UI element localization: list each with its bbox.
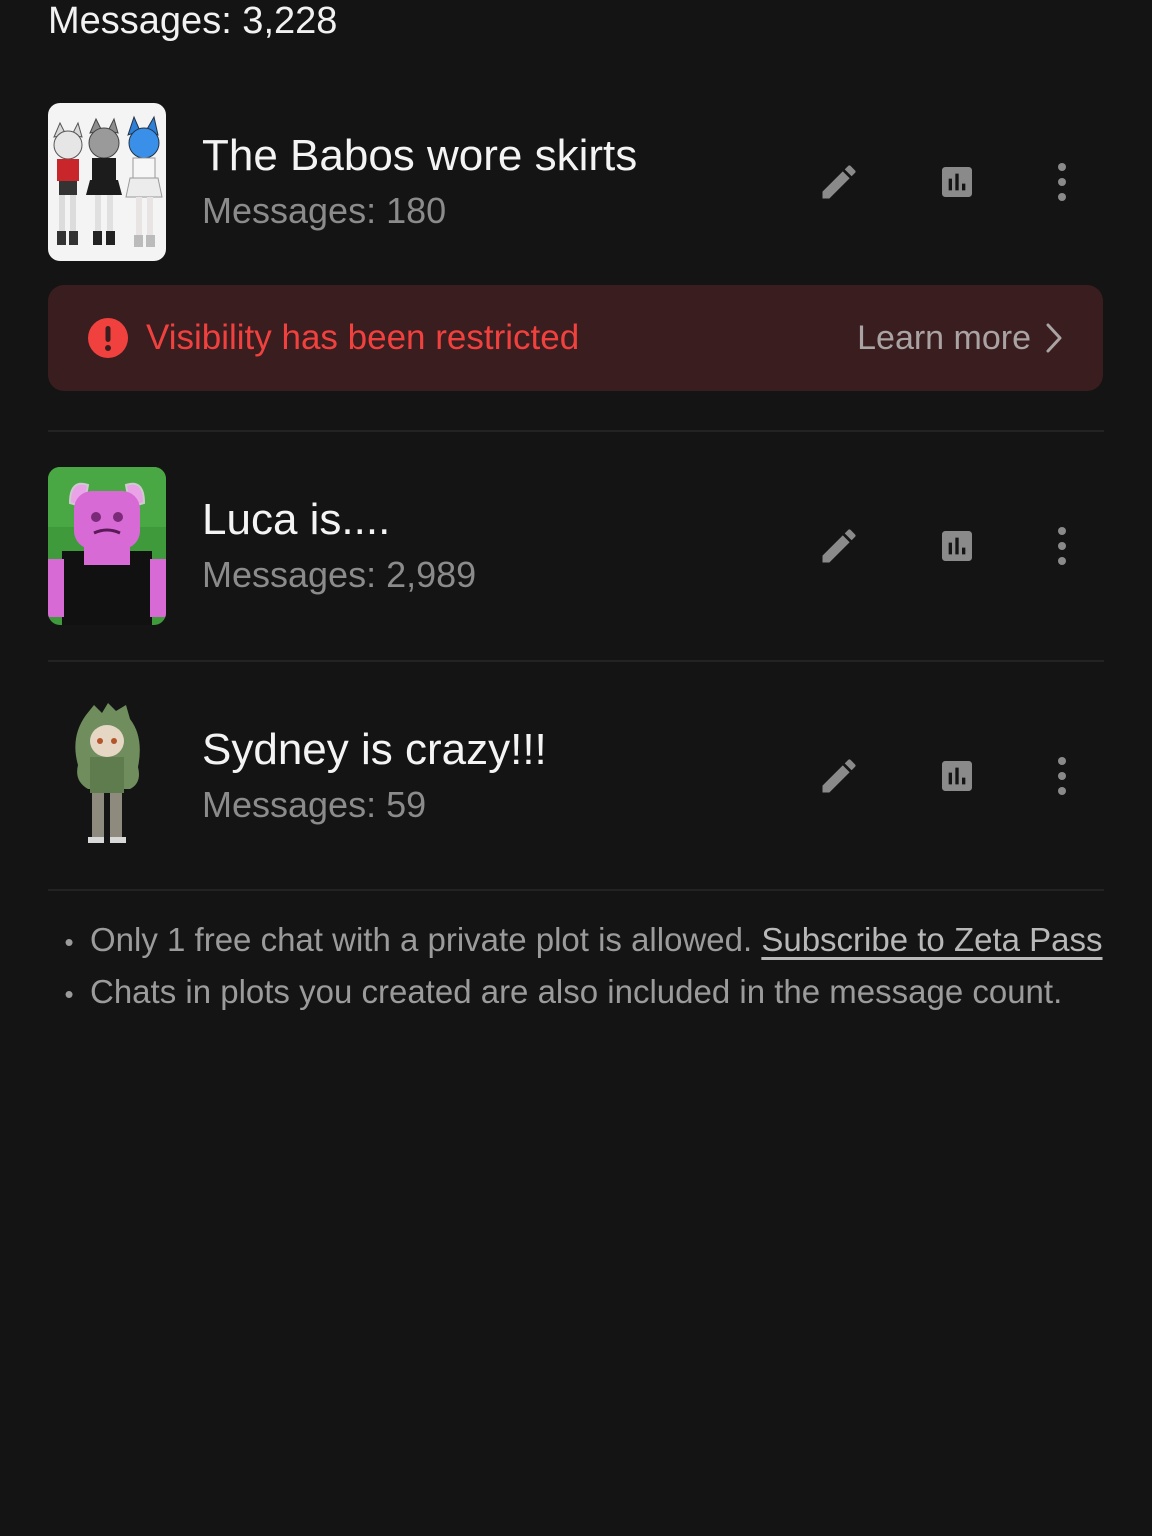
chat-actions [814, 466, 1104, 626]
learn-more-link[interactable]: Learn more [857, 319, 1063, 358]
bar-chart-icon [942, 531, 972, 561]
total-messages: Messages: 3,228 [48, 0, 338, 42]
banner-message: Visibility has been restricted [146, 318, 580, 357]
chat-row[interactable]: Sydney is crazy!!! Messages: 59 [48, 696, 1104, 856]
pencil-icon [822, 529, 856, 563]
stats-button[interactable] [932, 157, 982, 207]
vertical-dots-icon [1058, 163, 1066, 201]
chat-row[interactable]: Luca is.... Messages: 2,989 [48, 466, 1104, 626]
chat-thumbnail[interactable] [48, 697, 166, 855]
chevron-right-icon [1046, 323, 1062, 353]
learn-more-label: Learn more [857, 318, 1031, 357]
pencil-icon [822, 759, 856, 793]
bar-chart-icon [942, 761, 972, 791]
alert-circle-icon [88, 318, 128, 358]
note-text: Chats in plots you created are also incl… [90, 973, 1063, 1010]
note-item: • Chats in plots you created are also in… [48, 967, 1108, 1019]
more-options-button[interactable] [1042, 521, 1082, 571]
chat-actions [814, 696, 1104, 856]
stats-button[interactable] [932, 521, 982, 571]
visibility-restricted-banner[interactable]: Visibility has been restricted Learn mor… [48, 285, 1103, 391]
note-item: • Only 1 free chat with a private plot i… [48, 915, 1108, 967]
vertical-dots-icon [1058, 757, 1066, 795]
bullet: • [64, 979, 74, 1009]
vertical-dots-icon [1058, 527, 1066, 565]
note-text: Only 1 free chat with a private plot is … [90, 921, 753, 958]
divider [48, 889, 1104, 891]
subscribe-link[interactable]: Subscribe to Zeta Pass [761, 921, 1102, 958]
divider [48, 660, 1104, 662]
chat-thumbnail[interactable] [48, 467, 166, 625]
divider [48, 430, 1104, 432]
info-notes: • Only 1 free chat with a private plot i… [48, 915, 1108, 1019]
stats-button[interactable] [932, 751, 982, 801]
chat-row[interactable]: The Babos wore skirts Messages: 180 [48, 102, 1104, 262]
more-options-button[interactable] [1042, 751, 1082, 801]
more-options-button[interactable] [1042, 157, 1082, 207]
edit-button[interactable] [814, 751, 864, 801]
chat-thumbnail[interactable] [48, 103, 166, 261]
chat-list-page: Messages: 3,228 The Babos wore skirts Me… [0, 0, 1152, 1536]
bar-chart-icon [942, 167, 972, 197]
bullet: • [64, 927, 74, 957]
chat-actions [814, 102, 1104, 262]
pencil-icon [822, 165, 856, 199]
edit-button[interactable] [814, 157, 864, 207]
edit-button[interactable] [814, 521, 864, 571]
